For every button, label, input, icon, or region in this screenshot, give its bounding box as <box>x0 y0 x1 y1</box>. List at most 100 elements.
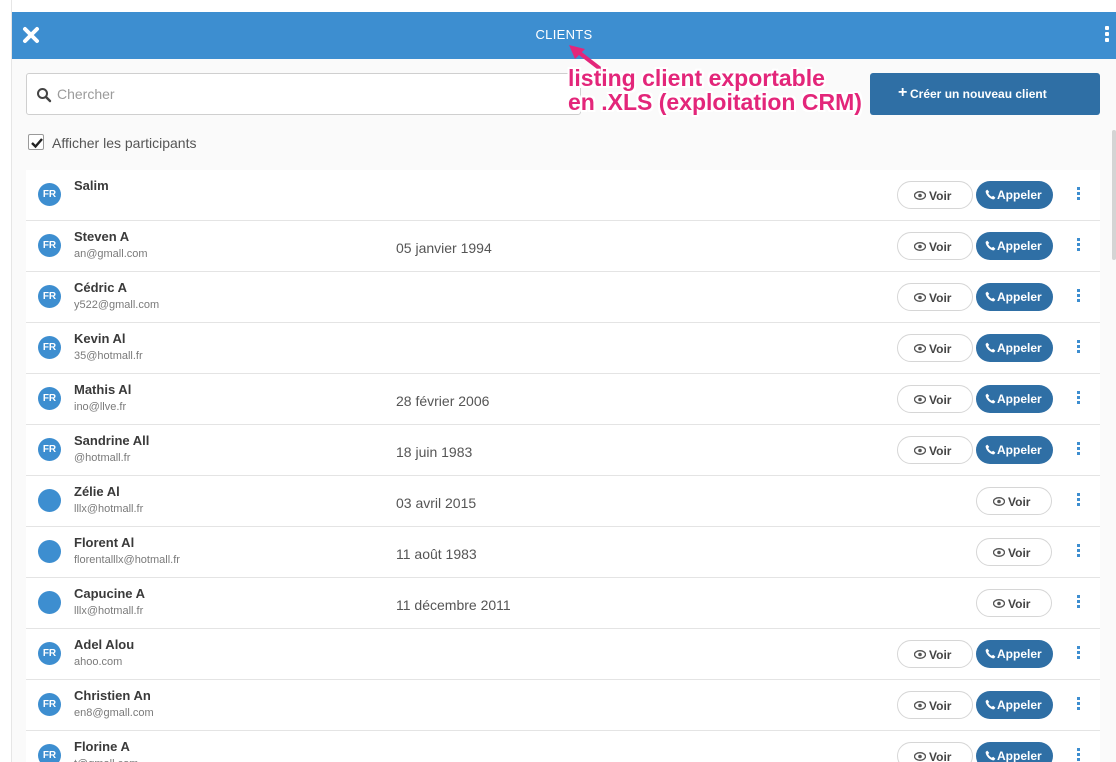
row-more-icon[interactable] <box>1076 238 1082 254</box>
call-button-label: Appeler <box>997 443 1042 457</box>
eye-icon <box>914 344 926 353</box>
eye-icon <box>993 497 1005 506</box>
row-more-icon[interactable] <box>1076 442 1082 458</box>
client-row[interactable]: FR Christien An en8@gmall.com Voir Appeler <box>26 680 1100 731</box>
client-email: ahoo.com <box>74 656 123 668</box>
view-button-label: Voir <box>929 342 952 356</box>
client-name: Capucine A <box>74 586 146 601</box>
row-more-icon[interactable] <box>1076 187 1082 203</box>
view-button[interactable]: Voir <box>897 640 973 668</box>
phone-icon <box>985 291 996 302</box>
call-button[interactable]: Appeler <box>976 232 1053 260</box>
call-button-label: Appeler <box>997 698 1042 712</box>
eye-icon <box>914 395 926 404</box>
view-button-label: Voir <box>1008 546 1031 560</box>
call-button[interactable]: Appeler <box>976 385 1053 413</box>
client-row[interactable]: FR Sandrine All @hotmall.fr 18 juin 1983 Voi… <box>26 425 1100 476</box>
create-client-label: Créer un nouveau client <box>910 87 1047 101</box>
call-button-label: Appeler <box>997 647 1042 661</box>
client-email: 35@hotmall.fr <box>74 350 143 362</box>
view-button[interactable]: Voir <box>976 487 1052 515</box>
client-name: Cédric A <box>74 280 127 295</box>
search-field[interactable] <box>26 73 581 115</box>
view-button[interactable]: Voir <box>897 283 973 311</box>
view-button[interactable]: Voir <box>897 181 973 209</box>
row-more-icon[interactable] <box>1076 595 1082 611</box>
client-row[interactable]: Zélie Al lllx@hotmall.fr 03 avril 2015 Voir <box>26 476 1100 527</box>
client-row[interactable]: Florent Al florentalllx@hotmall.fr 11 août… <box>26 527 1100 578</box>
avatar <box>38 591 61 614</box>
search-input[interactable] <box>57 83 567 105</box>
view-button[interactable]: Voir <box>897 691 973 719</box>
view-button[interactable]: Voir <box>897 385 973 413</box>
client-row[interactable]: FR Mathis Al ino@llve.fr 28 février 2006 Voi… <box>26 374 1100 425</box>
row-more-icon[interactable] <box>1076 646 1082 662</box>
call-button[interactable]: Appeler <box>976 640 1053 668</box>
client-email: @hotmall.fr <box>74 452 131 464</box>
client-row[interactable]: Capucine A lllx@hotmall.fr 11 décembre 201… <box>26 578 1100 629</box>
create-client-button[interactable]: + Créer un nouveau client <box>870 73 1100 115</box>
client-row[interactable]: FR Kevin Al 35@hotmall.fr Voir Appeler <box>26 323 1100 374</box>
row-more-icon[interactable] <box>1076 748 1082 762</box>
annotation-text: listing client exportable en .XLS (explo… <box>568 66 862 114</box>
annotation-line-1: listing client exportable <box>568 65 825 91</box>
view-button-label: Voir <box>929 291 952 305</box>
client-name: Steven A <box>74 229 130 244</box>
eye-icon <box>914 650 926 659</box>
view-button[interactable]: Voir <box>897 232 973 260</box>
call-button[interactable]: Appeler <box>976 283 1053 311</box>
view-button[interactable]: Voir <box>976 589 1052 617</box>
row-more-icon[interactable] <box>1076 289 1082 305</box>
row-more-icon[interactable] <box>1076 544 1082 560</box>
call-button[interactable]: Appeler <box>976 691 1053 719</box>
avatar: FR <box>38 234 61 257</box>
view-button-label: Voir <box>929 189 952 203</box>
client-row[interactable]: FR Salim Voir Appeler <box>26 170 1100 221</box>
participants-checkbox[interactable] <box>28 134 44 150</box>
client-name: Florent Al <box>74 535 135 550</box>
row-more-icon[interactable] <box>1076 340 1082 356</box>
client-name: Kevin Al <box>74 331 126 346</box>
view-button-label: Voir <box>929 648 952 662</box>
client-birthdate: 11 décembre 2011 <box>396 597 511 613</box>
client-row[interactable]: FR Adel Alou ahoo.com Voir Appeler <box>26 629 1100 680</box>
avatar: FR <box>38 387 61 410</box>
call-button[interactable]: Appeler <box>976 334 1053 362</box>
phone-icon <box>985 750 996 761</box>
call-button[interactable]: Appeler <box>976 436 1053 464</box>
left-edge <box>0 0 12 762</box>
call-button-label: Appeler <box>997 188 1042 202</box>
eye-icon <box>914 752 926 761</box>
phone-icon <box>985 648 996 659</box>
client-birthdate: 05 janvier 1994 <box>396 240 492 256</box>
view-button[interactable]: Voir <box>897 436 973 464</box>
view-button-label: Voir <box>929 393 952 407</box>
row-more-icon[interactable] <box>1076 391 1082 407</box>
avatar: FR <box>38 183 61 206</box>
phone-icon <box>985 189 996 200</box>
avatar: FR <box>38 285 61 308</box>
client-birthdate: 11 août 1983 <box>396 546 477 562</box>
view-button[interactable]: Voir <box>897 742 973 762</box>
scrollbar[interactable] <box>1112 130 1116 260</box>
row-more-icon[interactable] <box>1076 697 1082 713</box>
client-row[interactable]: FR Steven A an@gmall.com 05 janvier 1994 Voi… <box>26 221 1100 272</box>
more-options-icon[interactable] <box>1104 26 1110 44</box>
call-button-label: Appeler <box>997 341 1042 355</box>
client-row[interactable]: FR Cédric A y522@gmall.com Voir Appeler <box>26 272 1100 323</box>
view-button[interactable]: Voir <box>976 538 1052 566</box>
view-button[interactable]: Voir <box>897 334 973 362</box>
call-button[interactable]: Appeler <box>976 742 1053 762</box>
client-row[interactable]: FR Florine A t@gmall.com Voir Appeler <box>26 731 1100 762</box>
phone-icon <box>985 393 996 404</box>
eye-icon <box>914 191 926 200</box>
call-button[interactable]: Appeler <box>976 181 1053 209</box>
call-button-label: Appeler <box>997 239 1042 253</box>
row-more-icon[interactable] <box>1076 493 1082 509</box>
client-email: ino@llve.fr <box>74 401 127 413</box>
page-title: CLIENTS <box>535 27 593 42</box>
client-name: Adel Alou <box>74 637 135 652</box>
client-email: florentalllx@hotmall.fr <box>74 554 180 566</box>
call-button-label: Appeler <box>997 749 1042 762</box>
client-name: Zélie Al <box>74 484 120 499</box>
